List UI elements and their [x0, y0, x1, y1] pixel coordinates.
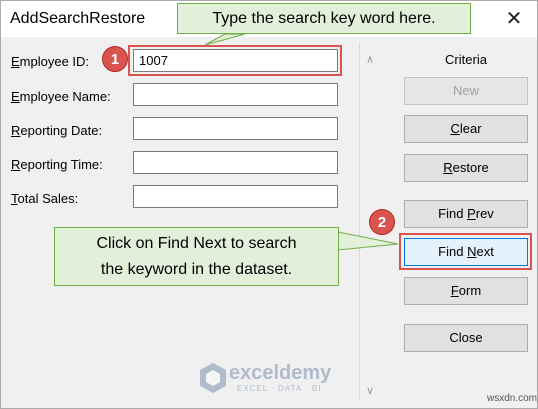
scroll-up-icon[interactable]: ∧	[361, 52, 379, 68]
window-title: AddSearchRestore	[10, 10, 146, 27]
exceldemy-watermark: exceldemy EXCEL · DATA · BI	[199, 360, 349, 396]
employee-id-label: Employee ID:	[11, 54, 90, 69]
total-sales-label: Total Sales:	[11, 191, 79, 206]
site-credit: wsxdn.com	[487, 393, 538, 404]
find-prev-button[interactable]: Find Prev	[404, 200, 528, 228]
dialog-window: AddSearchRestore ✕ Employee ID: Employee…	[0, 0, 538, 409]
clear-button[interactable]: Clear	[404, 115, 528, 143]
reporting-date-label: Reporting Date:	[11, 123, 103, 138]
reporting-date-input[interactable]	[133, 117, 338, 140]
step-1-badge: 1	[102, 46, 128, 72]
employee-name-input[interactable]	[133, 83, 338, 106]
find-next-callout: Click on Find Next to search the keyword…	[54, 227, 339, 286]
employee-id-highlight	[128, 45, 342, 76]
criteria-label: Criteria	[445, 52, 487, 67]
close-button[interactable]: Close	[404, 324, 528, 352]
reporting-time-label: Reporting Time:	[11, 157, 103, 172]
new-button[interactable]: New	[404, 77, 528, 105]
search-keyword-callout: Type the search key word here.	[177, 3, 471, 34]
restore-button[interactable]: Restore	[404, 154, 528, 182]
scroll-down-icon[interactable]: ∨	[361, 383, 379, 399]
total-sales-input[interactable]	[133, 185, 338, 208]
form-button[interactable]: Form	[404, 277, 528, 305]
find-next-highlight	[399, 233, 532, 270]
employee-name-label: Employee Name:	[11, 89, 111, 104]
close-icon[interactable]: ✕	[499, 5, 529, 33]
reporting-time-input[interactable]	[133, 151, 338, 174]
exceldemy-logo-icon	[200, 363, 226, 393]
step-2-badge: 2	[369, 209, 395, 235]
